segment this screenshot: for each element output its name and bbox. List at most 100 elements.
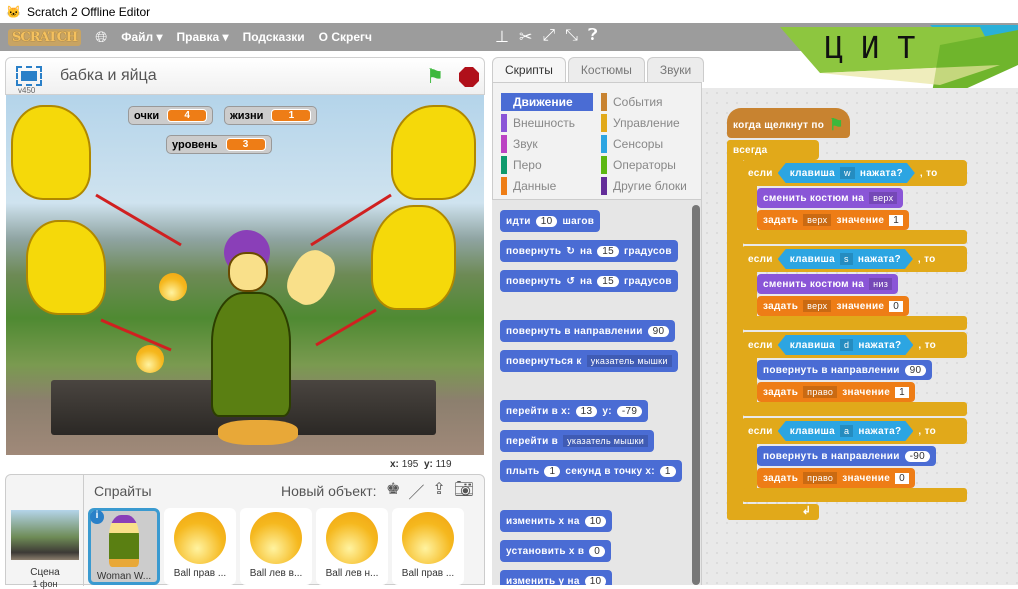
category-6[interactable]: Перо — [501, 156, 593, 174]
value-input[interactable]: 1 — [889, 214, 904, 226]
palette-block-goto-xy[interactable]: перейти в x: 13 y: -79 — [500, 400, 649, 422]
block-input[interactable]: -79 — [616, 405, 643, 417]
palette-block-set-x[interactable]: установить x в 0 — [500, 540, 612, 562]
block-input[interactable]: 10 — [584, 515, 607, 527]
action-block[interactable]: повернуть в направлении 90 — [757, 360, 933, 380]
block-input[interactable]: низ — [869, 278, 893, 290]
palette-block-turn-left[interactable]: повернуть ↺ на 15 градусов — [500, 270, 678, 292]
if-block[interactable]: если клавиша s нажата? , то — [742, 246, 967, 272]
block-input[interactable]: 10 — [535, 215, 558, 227]
tab-costumes[interactable]: Костюмы — [567, 57, 645, 82]
stop-icon[interactable] — [459, 67, 479, 87]
category-2[interactable]: Внешность — [501, 114, 593, 132]
category-0[interactable]: Движение — [501, 93, 593, 111]
category-3[interactable]: Управление — [601, 114, 693, 132]
if-block[interactable]: если клавиша a нажата? , то — [742, 418, 967, 444]
set-variable-block[interactable]: задать право значение 0 — [757, 468, 915, 488]
if-block[interactable]: если клавиша d нажата? , то — [742, 332, 967, 358]
monitor-lives[interactable]: жизни 1 — [224, 106, 318, 125]
key-dropdown[interactable]: a — [840, 425, 853, 437]
monitor-level[interactable]: уровень 3 — [166, 135, 272, 154]
forever-block[interactable]: всегда — [727, 140, 819, 160]
help-icon[interactable]: ❓︎ — [588, 27, 598, 47]
action-block[interactable]: сменить костюм на верх — [757, 188, 904, 208]
sprite-thumb[interactable]: Ball лев в... — [240, 508, 312, 585]
block-input[interactable]: 10 — [584, 575, 607, 585]
sprite-thumb[interactable]: Ball прав ... — [392, 508, 464, 585]
sprite-thumb[interactable]: i Woman W... — [88, 508, 160, 585]
variable-dropdown[interactable]: право — [803, 472, 838, 484]
variable-dropdown[interactable]: право — [803, 386, 838, 398]
block-input[interactable]: 90 — [904, 364, 927, 376]
category-4[interactable]: Звук — [501, 135, 593, 153]
action-block[interactable]: повернуть в направлении -90 — [757, 446, 937, 466]
palette-scrollbar[interactable] — [692, 205, 700, 585]
menu-tips[interactable]: Подсказки — [243, 30, 305, 44]
category-1[interactable]: События — [601, 93, 693, 111]
sprite-thumb[interactable]: Ball лев н... — [316, 508, 388, 585]
sprite-thumb[interactable]: Ball прав ... — [164, 508, 236, 585]
variable-dropdown[interactable]: верх — [803, 300, 832, 312]
category-9[interactable]: Другие блоки — [601, 177, 693, 195]
globe-icon[interactable]: 🌐︎ — [95, 29, 107, 46]
hat-block-when-flag-clicked[interactable]: когда щелкнут по ⚑ — [727, 108, 850, 138]
value-input[interactable]: 1 — [895, 386, 909, 398]
category-8[interactable]: Данные — [501, 177, 593, 195]
block-input[interactable]: 15 — [597, 275, 619, 287]
set-variable-block[interactable]: задать право значение 1 — [757, 382, 915, 402]
palette-block-move[interactable]: идти 10 шагов — [500, 210, 601, 232]
green-flag-icon[interactable]: ⚑ — [426, 64, 444, 89]
if-block[interactable]: если клавиша w нажата? , то — [742, 160, 967, 186]
block-input[interactable]: верх — [869, 192, 898, 204]
palette-block-point-towards[interactable]: повернуться к указатель мышки — [500, 350, 678, 372]
palette-block-point-dir[interactable]: повернуть в направлении 90 — [500, 320, 676, 342]
block-input[interactable]: 15 — [597, 245, 619, 257]
menu-file[interactable]: Файл ▾ — [121, 30, 162, 44]
shrink-icon[interactable]: ⤡ — [565, 27, 578, 47]
key-dropdown[interactable]: w — [840, 167, 855, 179]
block-input[interactable]: 1 — [544, 465, 561, 477]
palette-block-glide[interactable]: плыть 1 секунд в точку x: 1 — [500, 460, 682, 482]
category-7[interactable]: Операторы — [601, 156, 693, 174]
block-input[interactable]: 0 — [589, 545, 606, 557]
upload-icon[interactable]: ⇪ — [432, 479, 445, 503]
value-input[interactable]: 0 — [889, 300, 904, 312]
palette-block-change-x[interactable]: изменить x на 10 — [500, 510, 613, 532]
block-input[interactable]: 13 — [575, 405, 598, 417]
block-input[interactable]: указатель мышки — [586, 355, 672, 367]
block-input[interactable]: указатель мышки — [563, 435, 649, 447]
grow-icon[interactable]: ⤢ — [542, 27, 555, 47]
set-variable-block[interactable]: задать верх значение 0 — [757, 296, 910, 316]
value-input[interactable]: 0 — [895, 472, 909, 484]
duplicate-icon[interactable]: ⊥ — [495, 27, 509, 47]
stage-thumb-panel[interactable]: Сцена 1 фон — [6, 475, 84, 589]
stage-canvas[interactable]: очки 4 жизни 1 уровень 3 — [6, 95, 484, 455]
block-input[interactable]: 90 — [647, 325, 670, 337]
key-pressed-sensor[interactable]: клавиша w нажата? — [778, 163, 915, 183]
camera-icon[interactable]: 📷︎ — [454, 479, 474, 503]
key-dropdown[interactable]: s — [840, 253, 853, 265]
set-variable-block[interactable]: задать верх значение 1 — [757, 210, 910, 230]
block-input[interactable]: 1 — [659, 465, 676, 477]
palette-block-turn-right[interactable]: повернуть ↻ на 15 градусов — [500, 240, 678, 262]
scratch-logo[interactable]: SCRATCH — [8, 28, 82, 46]
tab-scripts[interactable]: Скрипты — [492, 57, 566, 82]
tab-sounds[interactable]: Звуки — [646, 57, 705, 82]
variable-dropdown[interactable]: верх — [803, 214, 832, 226]
paint-brush-icon[interactable]: ／ — [408, 479, 424, 503]
key-dropdown[interactable]: d — [840, 339, 853, 351]
sprite-library-icon[interactable]: ♚ — [386, 479, 400, 503]
category-5[interactable]: Сенсоры — [601, 135, 693, 153]
key-pressed-sensor[interactable]: клавиша d нажата? — [778, 335, 914, 355]
cut-icon[interactable]: ✂ — [519, 27, 532, 47]
scripts-area[interactable]: когда щелкнут по ⚑ всегда ↲ если клавиша w нажа… — [702, 88, 1018, 585]
project-title[interactable]: бабка и яйца — [60, 67, 157, 85]
monitor-score[interactable]: очки 4 — [128, 106, 214, 125]
action-block[interactable]: сменить костюм на низ — [757, 274, 899, 294]
palette-block-change-y[interactable]: изменить y на 10 — [500, 570, 613, 585]
fullscreen-icon[interactable] — [16, 66, 42, 86]
palette-block-goto[interactable]: перейти в указатель мышки — [500, 430, 655, 452]
key-pressed-sensor[interactable]: клавиша a нажата? — [778, 421, 914, 441]
menu-edit[interactable]: Правка ▾ — [177, 30, 229, 44]
key-pressed-sensor[interactable]: клавиша s нажата? — [778, 249, 913, 269]
